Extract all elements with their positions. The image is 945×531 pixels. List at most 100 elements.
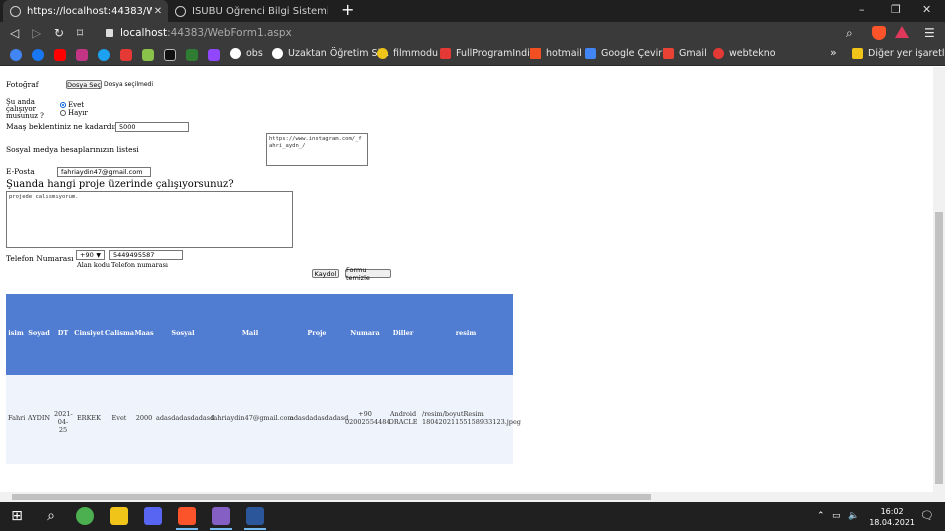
visual-studio-icon[interactable] <box>212 507 230 525</box>
bookmark-webtekno[interactable]: webtekno <box>713 48 776 59</box>
cell-diller-2: ORACLE <box>388 418 418 426</box>
battery-icon[interactable]: ▭ <box>832 511 841 521</box>
twitch-icon[interactable] <box>208 49 220 61</box>
active-app-indicator <box>176 528 198 530</box>
cell-resim-1: /resim/boyutResim <box>422 410 484 418</box>
other-bookmarks-folder[interactable]: Diğer yer işaretleri <box>852 48 945 59</box>
header-mail: Mail <box>241 329 259 337</box>
reload-icon[interactable]: ↻ <box>54 25 64 41</box>
system-clock[interactable]: 16:02 18.04.2021 <box>869 506 915 528</box>
header-calisma: Calisma <box>105 329 135 337</box>
table-header: isim Soyad DT Cinsiyet Calisma Maas Sosy… <box>6 294 513 375</box>
filmmodu-icon <box>377 48 388 59</box>
google-icon[interactable] <box>10 49 22 61</box>
bookmarks-bar: obs Uzaktan Öğretim Si... filmmodu FullP… <box>0 44 945 66</box>
brave-rewards-icon[interactable] <box>895 26 909 38</box>
area-code-caption: Alan kodu <box>77 261 111 269</box>
address-bar[interactable]: localhost:44383/WebForm1.aspx <box>100 24 862 42</box>
web-page: Fotoğraf Dosya Seç Dosya seçilmedi Şu an… <box>0 67 933 492</box>
vertical-scrollbar[interactable] <box>933 67 945 492</box>
submit-button[interactable]: Kaydol <box>312 269 339 278</box>
globe-icon <box>230 48 241 59</box>
more-bookmarks-button[interactable]: » <box>830 46 837 59</box>
bookmark-fullprogramindir[interactable]: FullProgramIndir <box>440 48 534 59</box>
cell-maas: 2000 <box>135 414 153 422</box>
chevron-up-icon[interactable]: ⌃ <box>817 511 825 521</box>
url-host: localhost <box>120 27 168 39</box>
reset-button[interactable]: Formu temizle <box>345 266 391 282</box>
youtube-icon[interactable] <box>54 49 66 61</box>
header-soyad: Soyad <box>28 329 50 337</box>
bookmark-spotify-icon[interactable] <box>186 49 198 61</box>
email-input[interactable]: fahriaydin47@gmail.com <box>57 167 151 177</box>
bookmark-dark-icon[interactable] <box>164 49 176 61</box>
forward-arrow-icon[interactable]: ▷ <box>32 25 41 41</box>
bookmark-red-icon[interactable] <box>120 49 132 61</box>
phone-label: Telefon Numarası <box>6 254 74 263</box>
close-tab-icon[interactable]: ✕ <box>152 6 164 17</box>
back-arrow-icon[interactable]: ◁ <box>10 25 19 41</box>
tab-isubu[interactable]: ISUBÜ Öğrenci Bilgi Sistemi <box>168 0 328 22</box>
bookmark-green-icon[interactable] <box>142 49 154 61</box>
table-row: Fahri AYDIN 2021- 04-25 ERKEK Evet 2000 … <box>6 375 521 464</box>
horizontal-scroll-thumb[interactable] <box>12 494 651 500</box>
volume-icon[interactable]: 🔈 <box>848 511 859 521</box>
url-path: :44383/WebForm1.aspx <box>167 27 292 39</box>
bookmark-hotmail[interactable]: hotmail <box>530 48 582 59</box>
menu-icon[interactable]: ☰ <box>924 25 935 41</box>
vertical-scroll-thumb[interactable] <box>935 212 943 484</box>
radio-evet[interactable] <box>60 102 66 108</box>
brave-shield-icon[interactable] <box>872 26 886 40</box>
lock-icon <box>106 29 113 37</box>
social-media-textarea[interactable]: https://www.instagram.com/_fahri_aydn_/ <box>266 133 368 166</box>
header-sosyal: Sosyal <box>171 329 195 337</box>
phone-input[interactable]: 5449495587 <box>109 250 183 260</box>
word-icon[interactable] <box>246 507 264 525</box>
restore-button[interactable]: ❐ <box>891 3 901 16</box>
twitter-icon[interactable] <box>98 49 110 61</box>
chrome-icon[interactable] <box>76 507 94 525</box>
results-table: isim Soyad DT Cinsiyet Calisma Maas Sosy… <box>6 294 521 464</box>
salary-label: Maaş beklentiniz ne kadardır ? * <box>6 122 131 131</box>
windows-taskbar: ⊞ ⌕ ⌃ ▭ 🔈 16:02 18.04.2021 🗨 <box>0 502 945 531</box>
header-proje: Proje <box>307 329 327 337</box>
bookmark-uzaktan[interactable]: Uzaktan Öğretim Si... <box>272 48 389 59</box>
windows-start-icon[interactable]: ⊞ <box>8 507 26 525</box>
close-window-button[interactable]: ✕ <box>922 3 931 16</box>
project-textarea[interactable]: projede calısmıyorum. <box>6 191 293 248</box>
email-label: E-Posta <box>6 167 35 176</box>
header-resim: resim <box>455 329 477 337</box>
facebook-icon[interactable] <box>32 49 44 61</box>
project-heading: Şuanda hangi proje üzerinde çalışıyorsun… <box>6 179 234 190</box>
radio-hayir[interactable] <box>60 110 66 116</box>
tab-title: ISUBÜ Öğrenci Bilgi Sistemi <box>192 5 328 17</box>
bookmark-google-ceviri[interactable]: Google Çeviri <box>585 48 665 59</box>
notification-icon[interactable]: 🗨 <box>920 509 934 522</box>
cell-numara-1: +90 <box>358 410 372 418</box>
cell-cinsiyet: ERKEK <box>76 414 102 422</box>
file-explorer-icon[interactable] <box>110 507 128 525</box>
horizontal-scrollbar[interactable] <box>0 492 945 502</box>
zoom-icon[interactable]: ⌕ <box>846 25 853 41</box>
new-tab-button[interactable]: + <box>341 1 354 19</box>
tab-title: https://localhost:44383/WebForm <box>27 5 152 17</box>
salary-input[interactable]: 5000 <box>115 122 189 132</box>
discord-icon[interactable] <box>144 507 162 525</box>
instagram-icon[interactable] <box>76 49 88 61</box>
bookmark-icon[interactable]: ⌑ <box>77 25 83 41</box>
search-icon[interactable]: ⌕ <box>42 507 60 525</box>
browser-titlebar: https://localhost:44383/WebForm ✕ ISUBÜ … <box>0 0 945 22</box>
bookmark-filmmodu[interactable]: filmmodu <box>377 48 438 59</box>
area-code-select[interactable]: +90 ▼ <box>76 250 105 260</box>
minimize-button[interactable]: – <box>859 3 865 16</box>
globe-icon <box>175 5 186 17</box>
file-choose-button[interactable]: Dosya Seç <box>66 80 102 89</box>
bookmark-obs[interactable]: obs <box>230 48 263 59</box>
tab-localhost[interactable]: https://localhost:44383/WebForm ✕ <box>3 0 168 22</box>
bookmark-gmail[interactable]: Gmail <box>663 48 707 59</box>
area-code-value: +90 <box>80 251 94 259</box>
folder-icon <box>852 48 863 59</box>
cell-calisma: Evet <box>111 414 127 422</box>
brave-icon[interactable] <box>178 507 196 525</box>
photo-label: Fotoğraf <box>6 80 39 89</box>
